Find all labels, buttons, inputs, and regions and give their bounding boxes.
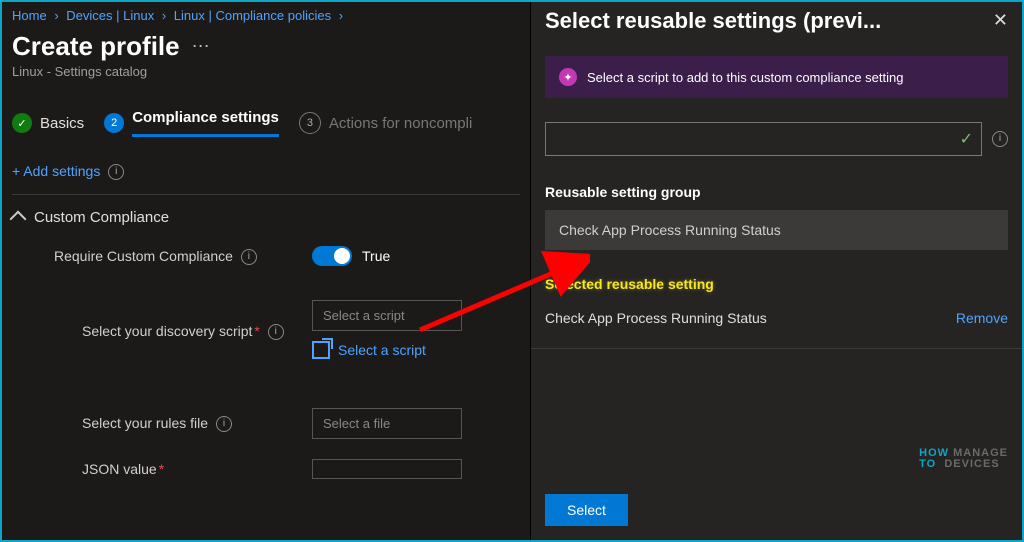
more-actions-icon[interactable]: ⋯ [192,36,210,57]
selected-setting-name: Check App Process Running Status [545,310,767,326]
json-value-input[interactable] [312,459,462,479]
step-actions: 3 Actions for noncompli [299,112,472,134]
chevron-right-icon: › [335,8,347,23]
step-basics[interactable]: ✓ Basics [12,113,84,133]
watermark: HOW MANAGE TO DEVICES [919,448,1008,470]
select-button[interactable]: Select [545,494,628,526]
selected-setting-label: Selected reusable setting [545,276,1008,292]
close-icon[interactable]: ✕ [993,10,1008,31]
info-icon[interactable]: i [108,164,124,180]
breadcrumb-home[interactable]: Home [12,8,47,23]
reusable-settings-pane: Select reusable settings (previ... ✕ ✦ S… [530,2,1022,540]
info-icon[interactable]: i [268,324,284,340]
page-title: Create profile [12,31,180,62]
chevron-right-icon: › [158,8,170,23]
check-icon: ✓ [960,129,973,149]
info-icon[interactable]: i [992,131,1008,147]
require-custom-compliance-toggle[interactable] [312,246,352,266]
group-label: Reusable setting group [545,184,1008,200]
breadcrumb: Home › Devices | Linux › Linux | Complia… [12,8,520,23]
rocket-icon: ✦ [559,68,577,86]
step-label: Compliance settings [132,109,279,137]
reusable-setting-item[interactable]: Check App Process Running Status [545,210,1008,250]
step-compliance-settings[interactable]: 2 Compliance settings [104,109,279,137]
info-icon[interactable]: i [216,416,232,432]
divider [531,348,1022,349]
rules-file-input[interactable]: Select a file [312,408,462,439]
step-label: Basics [40,115,84,132]
section-custom-compliance[interactable]: Custom Compliance [12,209,520,226]
add-settings-link[interactable]: + Add settings [12,163,100,179]
section-title: Custom Compliance [34,209,169,226]
external-link-icon [312,341,330,359]
info-banner-text: Select a script to add to this custom co… [587,70,904,85]
pane-title: Select reusable settings (previ... [545,8,881,34]
check-icon: ✓ [12,113,32,133]
remove-link[interactable]: Remove [956,310,1008,326]
select-script-link[interactable]: Select a script [312,341,426,359]
rules-file-label: Select your rules file i [12,415,312,432]
discovery-script-label: Select your discovery script* i [12,323,312,340]
divider [12,194,520,195]
json-value-label: JSON value* [12,461,312,477]
discovery-script-input[interactable]: Select a script [312,300,462,331]
toggle-value: True [362,248,390,264]
wizard-steps: ✓ Basics 2 Compliance settings 3 Actions… [12,109,520,137]
chevron-up-icon [10,210,27,227]
step-number-icon: 3 [299,112,321,134]
info-banner: ✦ Select a script to add to this custom … [545,56,1008,98]
step-label: Actions for noncompli [329,115,472,132]
breadcrumb-compliance[interactable]: Linux | Compliance policies [174,8,331,23]
require-custom-compliance-label: Require Custom Compliance i [12,248,312,265]
breadcrumb-devices[interactable]: Devices | Linux [66,8,154,23]
page-subtitle: Linux - Settings catalog [12,64,520,79]
search-input[interactable]: ✓ [545,122,982,156]
chevron-right-icon: › [50,8,62,23]
step-number-icon: 2 [104,113,124,133]
info-icon[interactable]: i [241,249,257,265]
